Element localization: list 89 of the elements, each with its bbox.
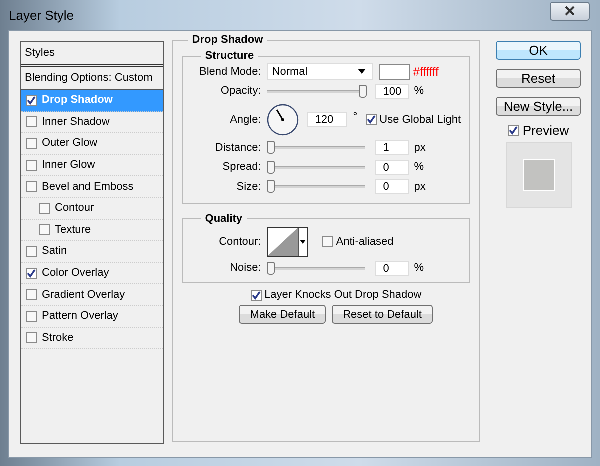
style-label: Inner Glow [42,159,96,172]
unit-label: % [414,262,424,274]
unit-label: % [414,85,424,98]
checkbox[interactable] [26,310,37,322]
checkbox[interactable] [26,332,37,344]
style-item[interactable]: Stroke [21,328,164,350]
style-item[interactable]: Contour [21,198,164,220]
slider-thumb[interactable] [359,84,368,98]
checkbox-label: Preview [522,123,570,138]
caret-icon [300,240,306,244]
checkbox[interactable] [39,224,50,236]
angle-field[interactable]: 120 [307,112,348,127]
color-hex-text: #ffffff [413,64,439,79]
dialog-button[interactable]: OK [496,41,581,60]
checkbox[interactable] [26,181,37,192]
contour-picker[interactable] [267,226,308,256]
field-label: Spread: [222,161,262,174]
style-label: Bevel and Emboss [42,180,134,193]
dialog-button[interactable]: Reset [496,69,581,88]
style-label: Outer Glow [42,137,98,150]
slider-thumb[interactable] [267,141,276,154]
style-item[interactable]: Pattern Overlay [21,306,164,328]
checkbox[interactable] [366,114,377,125]
field-label: Distance: [214,142,262,154]
color-swatch[interactable] [379,64,410,80]
dialog-button[interactable]: New Style... [496,97,581,116]
checkbox[interactable] [26,289,37,300]
field-label: Noise: [229,262,262,274]
group-title: Structure [204,50,256,62]
style-item[interactable]: Bevel and Emboss [21,176,164,198]
style-label: Gradient Overlay [42,288,126,301]
styles-header[interactable]: Styles [21,42,164,67]
style-label: Drop Shadow [42,94,113,106]
style-item[interactable]: Outer Glow [21,133,164,155]
value-field[interactable]: 0 [375,179,410,194]
checkbox[interactable] [322,236,334,247]
contour-curve-icon [268,228,298,256]
group-title: Drop Shadow [191,34,264,46]
field-label: Opacity: [220,85,262,98]
field-label: Blend Mode: [198,66,262,78]
unit-label: ° [353,110,358,122]
slider-thumb[interactable] [267,180,276,194]
angle-dial[interactable] [267,104,300,136]
checkbox[interactable] [26,246,37,257]
checkbox[interactable] [26,268,37,279]
checkbox[interactable] [26,94,37,106]
checkbox[interactable] [26,116,37,128]
style-item[interactable]: Gradient Overlay [21,284,164,306]
slider-thumb[interactable] [267,160,276,174]
style-item[interactable]: Satin [21,241,164,263]
default-button[interactable]: Make Default [239,305,326,324]
checkbox-label: Layer Knocks Out Drop Shadow [264,289,422,301]
checkbox[interactable] [250,290,262,300]
slider-thumb[interactable] [267,262,276,275]
unit-label: px [414,142,426,154]
checkbox[interactable] [508,125,519,136]
unit-label: % [414,161,424,174]
close-icon [564,5,576,17]
group-title: Quality [204,212,244,224]
checkbox[interactable] [39,202,50,214]
field-label: Contour: [218,236,262,248]
style-label: Satin [42,245,68,258]
style-item[interactable]: Texture [21,220,164,242]
style-label: Color Overlay [42,267,110,280]
checkbox-label: Use Global Light [380,114,461,126]
style-item[interactable]: Inner Shadow [21,112,164,134]
blend-mode-dropdown[interactable]: Normal [267,63,374,80]
style-label: Texture [55,224,92,236]
value-field[interactable]: 0 [375,160,410,175]
field-label: Angle: [229,114,262,126]
style-label: Inner Shadow [42,116,110,128]
value-field[interactable]: 1 [375,140,410,156]
window-title: Layer Style [8,8,74,22]
value-field[interactable]: 0 [375,260,410,276]
field-label: Size: [236,180,262,193]
checkbox-label: Anti-aliased [336,236,394,248]
checkbox[interactable] [26,160,37,171]
value-field[interactable]: 100 [375,84,410,99]
style-item[interactable]: Color Overlay [21,262,164,284]
style-label: Contour [55,202,94,214]
unit-label: px [414,180,426,193]
style-label: Pattern Overlay [42,310,118,322]
style-item[interactable]: Inner Glow [21,154,164,176]
close-button[interactable] [550,2,590,20]
preview-thumbnail [506,142,572,208]
checkbox[interactable] [26,138,37,149]
style-label: Stroke [42,332,74,344]
default-button[interactable]: Reset to Default [332,305,433,324]
caret-icon [358,69,366,74]
